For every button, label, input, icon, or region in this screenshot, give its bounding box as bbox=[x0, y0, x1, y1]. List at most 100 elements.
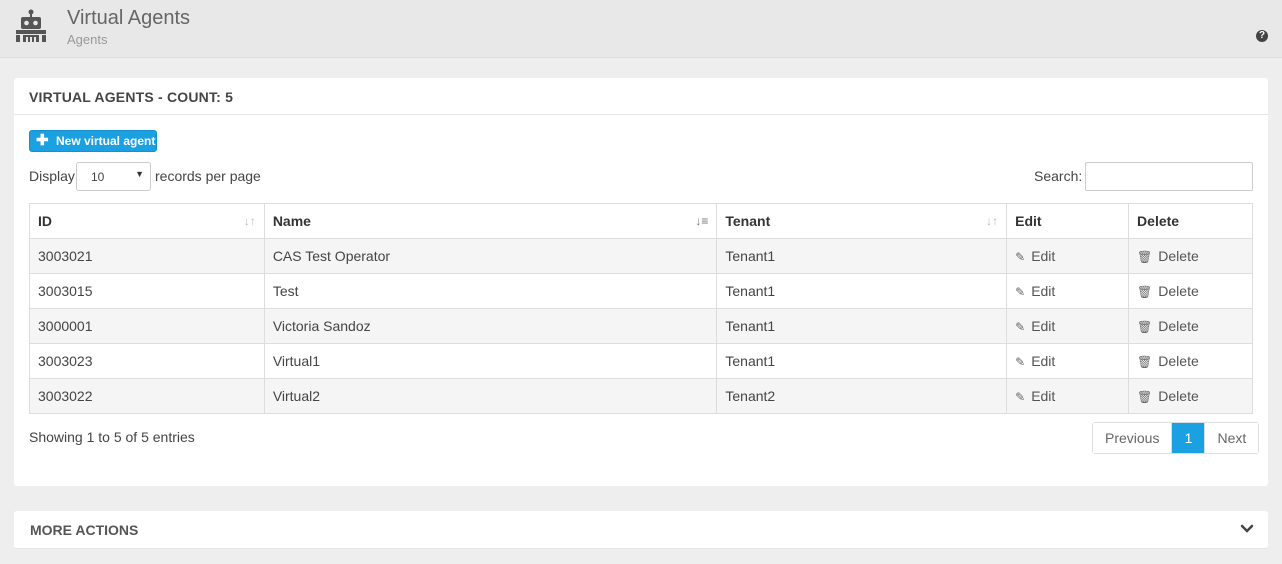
edit-link[interactable]: ✎ Edit bbox=[1015, 248, 1055, 264]
table-header-row: ID ↓↑ Name ↓≡ Tenant ↓↑ Edit Delete bbox=[29, 203, 1253, 239]
delete-label: Delete bbox=[1158, 388, 1199, 404]
trash-icon: 🗑 bbox=[1137, 285, 1153, 299]
delete-link[interactable]: 🗑 Delete bbox=[1137, 318, 1199, 334]
page-subtitle: Agents bbox=[67, 32, 108, 47]
trash-icon: 🗑 bbox=[1137, 320, 1153, 334]
column-header-edit: Edit bbox=[1006, 203, 1130, 239]
previous-page-button[interactable]: Previous bbox=[1093, 423, 1172, 453]
edit-icon: ✎ bbox=[1015, 320, 1026, 334]
table-row: 3003022 Virtual2 Tenant2 ✎ Edit 🗑 Delete bbox=[29, 378, 1253, 414]
edit-label: Edit bbox=[1031, 353, 1056, 369]
display-label: Display bbox=[29, 168, 75, 184]
cell-delete: 🗑 Delete bbox=[1128, 273, 1253, 309]
edit-icon: ✎ bbox=[1015, 390, 1026, 404]
delete-label: Delete bbox=[1158, 283, 1199, 299]
page-header: Virtual Agents Agents ? bbox=[0, 0, 1282, 58]
edit-link[interactable]: ✎ Edit bbox=[1015, 353, 1055, 369]
column-header-label: Delete bbox=[1137, 213, 1180, 229]
next-page-button[interactable]: Next bbox=[1204, 423, 1259, 453]
entries-info: Showing 1 to 5 of 5 entries bbox=[29, 429, 195, 445]
column-header-name[interactable]: Name ↓≡ bbox=[263, 203, 718, 239]
cell-edit: ✎ Edit bbox=[1006, 378, 1130, 414]
column-header-delete: Delete bbox=[1128, 203, 1253, 239]
records-per-page-label: records per page bbox=[155, 168, 261, 184]
more-actions-panel[interactable]: MORE ACTIONS bbox=[14, 511, 1268, 549]
virtual-agents-table: ID ↓↑ Name ↓≡ Tenant ↓↑ Edit Delete 3003… bbox=[29, 203, 1253, 414]
edit-label: Edit bbox=[1031, 318, 1056, 334]
cell-tenant: Tenant1 bbox=[716, 308, 1008, 344]
cell-id: 3003021 bbox=[29, 238, 265, 274]
sort-icon: ↓↑ bbox=[986, 214, 999, 228]
cell-name: Victoria Sandoz bbox=[263, 308, 718, 344]
cell-edit: ✎ Edit bbox=[1006, 343, 1130, 379]
cell-tenant: Tenant1 bbox=[716, 238, 1008, 274]
page-1-button[interactable]: 1 bbox=[1171, 423, 1205, 453]
column-header-label: ID bbox=[38, 213, 52, 229]
robot-icon bbox=[16, 9, 46, 42]
edit-icon: ✎ bbox=[1015, 355, 1026, 369]
edit-label: Edit bbox=[1031, 388, 1056, 404]
edit-icon: ✎ bbox=[1015, 285, 1026, 299]
trash-icon: 🗑 bbox=[1137, 390, 1153, 404]
per-page-value: 10 bbox=[91, 170, 105, 184]
help-icon[interactable]: ? bbox=[1256, 30, 1268, 42]
cell-id: 3003022 bbox=[29, 378, 265, 414]
cell-tenant: Tenant1 bbox=[716, 343, 1008, 379]
cell-id: 3003023 bbox=[29, 343, 265, 379]
cell-delete: 🗑 Delete bbox=[1128, 238, 1253, 274]
page-title: Virtual Agents bbox=[67, 7, 191, 29]
delete-label: Delete bbox=[1158, 318, 1199, 334]
panel-heading: VIRTUAL AGENTS - COUNT: 5 bbox=[14, 78, 1268, 115]
caret-down-icon: ▼ bbox=[135, 169, 144, 179]
column-header-label: Name bbox=[272, 213, 311, 229]
search-input[interactable] bbox=[1085, 162, 1253, 191]
delete-link[interactable]: 🗑 Delete bbox=[1137, 388, 1199, 404]
panel-title: VIRTUAL AGENTS - COUNT: 5 bbox=[29, 89, 234, 105]
chevron-down-icon[interactable] bbox=[1240, 522, 1254, 536]
edit-link[interactable]: ✎ Edit bbox=[1015, 318, 1055, 334]
sort-icon: ↓↑ bbox=[243, 214, 256, 228]
edit-icon: ✎ bbox=[1015, 250, 1026, 264]
trash-icon: 🗑 bbox=[1137, 250, 1153, 264]
sort-ascending-icon: ↓≡ bbox=[695, 214, 709, 228]
cell-name: Virtual2 bbox=[263, 378, 718, 414]
records-per-page-select[interactable]: 10 ▼ bbox=[76, 162, 151, 191]
cell-name: CAS Test Operator bbox=[263, 238, 718, 274]
delete-link[interactable]: 🗑 Delete bbox=[1137, 248, 1199, 264]
cell-id: 3003015 bbox=[29, 273, 265, 309]
cell-delete: 🗑 Delete bbox=[1128, 343, 1253, 379]
cell-delete: 🗑 Delete bbox=[1128, 378, 1253, 414]
plus-icon: ✚ bbox=[36, 132, 49, 149]
pagination: Previous 1 Next bbox=[1092, 422, 1260, 454]
column-header-id[interactable]: ID ↓↑ bbox=[29, 203, 265, 239]
delete-link[interactable]: 🗑 Delete bbox=[1137, 353, 1199, 369]
cell-name: Virtual1 bbox=[263, 343, 718, 379]
delete-label: Delete bbox=[1158, 353, 1199, 369]
cell-tenant: Tenant1 bbox=[716, 273, 1008, 309]
trash-icon: 🗑 bbox=[1137, 355, 1153, 369]
cell-delete: 🗑 Delete bbox=[1128, 308, 1253, 344]
new-virtual-agent-label: New virtual agent bbox=[56, 134, 156, 148]
edit-link[interactable]: ✎ Edit bbox=[1015, 388, 1055, 404]
table-row: 3003015 Test Tenant1 ✎ Edit 🗑 Delete bbox=[29, 273, 1253, 309]
more-actions-title: MORE ACTIONS bbox=[30, 522, 139, 538]
column-header-label: Tenant bbox=[725, 213, 771, 229]
edit-label: Edit bbox=[1031, 283, 1056, 299]
table-row: 3000001 Victoria Sandoz Tenant1 ✎ Edit 🗑 D… bbox=[29, 308, 1253, 344]
table-row: 3003021 CAS Test Operator Tenant1 ✎ Edit … bbox=[29, 238, 1253, 274]
cell-id: 3000001 bbox=[29, 308, 265, 344]
delete-link[interactable]: 🗑 Delete bbox=[1137, 283, 1199, 299]
edit-label: Edit bbox=[1031, 248, 1056, 264]
cell-tenant: Tenant2 bbox=[716, 378, 1008, 414]
edit-link[interactable]: ✎ Edit bbox=[1015, 283, 1055, 299]
delete-label: Delete bbox=[1158, 248, 1199, 264]
search-label: Search: bbox=[1034, 168, 1083, 184]
cell-edit: ✎ Edit bbox=[1006, 273, 1130, 309]
column-header-tenant[interactable]: Tenant ↓↑ bbox=[716, 203, 1008, 239]
new-virtual-agent-button[interactable]: ✚ New virtual agent bbox=[29, 130, 157, 152]
table-row: 3003023 Virtual1 Tenant1 ✎ Edit 🗑 Delete bbox=[29, 343, 1253, 379]
virtual-agents-panel: VIRTUAL AGENTS - COUNT: 5 ✚ New virtual … bbox=[14, 78, 1268, 486]
cell-edit: ✎ Edit bbox=[1006, 238, 1130, 274]
column-header-label: Edit bbox=[1015, 213, 1042, 229]
cell-edit: ✎ Edit bbox=[1006, 308, 1130, 344]
